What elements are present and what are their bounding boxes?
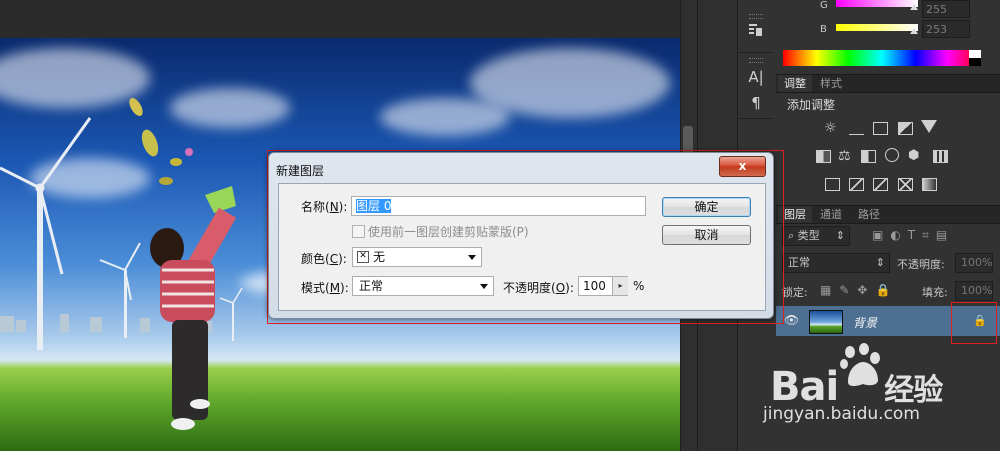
adjustments-tab-bar: 调整 样式 [776,74,1000,93]
blend-mode-select[interactable]: 正常 ⇕ [782,253,890,273]
threshold-icon[interactable] [873,178,888,191]
layer-name-input[interactable]: 图层 0 [351,196,646,216]
b-slider-handle[interactable] [910,28,918,34]
color-balance-icon[interactable]: ⚖ [838,148,851,164]
highlight-box-lock [951,302,997,344]
black-white-ramp[interactable] [969,50,981,66]
levels-icon[interactable] [849,122,864,135]
strip-grip[interactable] [749,14,763,19]
lock-label: 锁定: [782,286,808,299]
gradient-map-icon[interactable] [922,178,937,191]
color-select[interactable]: ✕ 无 [352,247,482,267]
dropdown-arrow-icon [468,255,476,260]
black-white-icon[interactable] [861,150,876,163]
close-button[interactable]: x [719,156,766,177]
search-icon: ⌕ [788,229,798,242]
cancel-button[interactable]: 取消 [662,225,751,245]
tab-styles[interactable]: 样式 [814,75,848,92]
fill-field[interactable]: 100% [955,281,993,301]
wind-turbine-large [0,117,92,350]
layer-filter-kind-select[interactable]: ⌕ 类型 ⇕ [782,226,850,246]
photo-filter-icon[interactable] [885,148,899,162]
add-adjustment-label: 添加调整 [787,98,836,112]
opacity-slider-arrow-icon[interactable]: ▸ [612,277,628,295]
character-panel-icon[interactable]: A| [743,66,769,88]
tab-adjustments[interactable]: 调整 [778,75,812,92]
filter-kind-value: 类型 [797,229,820,242]
channel-mixer-icon[interactable]: ⬢ [908,148,919,163]
g-slider-track[interactable] [836,0,918,7]
mode-value: 正常 [359,279,384,293]
layer-thumbnail [809,310,843,334]
strip-grip[interactable] [749,58,763,63]
stepper-arrows-icon: ⇕ [875,256,885,269]
wind-turbine-small [99,242,141,338]
name-label: 名称(N): [301,200,348,214]
strip-separator [739,118,773,119]
brightness-contrast-icon[interactable]: ☼ [824,120,837,136]
mode-label: 模式(M): [301,281,349,295]
color-channel-b-label: B [820,24,827,35]
dropdown-arrow-icon [480,284,488,289]
canvas-top-strip [0,0,680,39]
lock-options-icons[interactable]: ▦✎✥🔒 [820,283,898,297]
watermark-url: jingyan.baidu.com [763,404,920,424]
mode-select[interactable]: 正常 [352,276,494,296]
blend-mode-value: 正常 [788,256,810,269]
opacity-field[interactable]: 100% [955,253,993,273]
eye-visibility-icon[interactable]: 👁 [784,313,799,327]
vibrance-icon[interactable] [921,120,937,133]
strip-separator [739,52,773,53]
tool-presets-icon[interactable] [743,22,769,44]
g-slider-handle[interactable] [910,4,918,10]
exposure-icon[interactable] [898,122,913,135]
curves-icon[interactable] [873,122,888,135]
percent-sign: % [633,279,645,293]
posterize-icon[interactable] [849,178,864,191]
layer-name[interactable]: 背景 [853,314,877,331]
layer-name-selection: 图层 0 [356,199,392,213]
dialog-opacity-label: 不透明度(O): [503,281,574,295]
b-value-field[interactable]: 253 [922,20,970,38]
girl-figure [150,186,237,430]
layer-filter-icons[interactable]: ▣◐T⌗▤ [872,228,954,243]
dialog-title: 新建图层 [276,164,325,178]
wind-turbine-far [219,287,243,341]
clip-mask-checkbox[interactable] [352,225,365,238]
paragraph-panel-icon[interactable]: ¶ [743,92,769,114]
color-lookup-icon[interactable] [933,150,948,163]
fill-label: 填充: [922,286,948,299]
ok-button[interactable]: 确定 [662,197,751,217]
tab-paths[interactable]: 路径 [852,206,886,223]
color-spectrum-ramp[interactable] [783,50,981,66]
color-value: 无 [373,250,386,264]
color-channel-g-label: G [820,0,828,11]
layers-tab-bar: 图层 通道 路径 [776,205,1000,224]
tab-channels[interactable]: 通道 [814,206,848,223]
stepper-arrows-icon: ⇕ [835,229,845,242]
clip-mask-label: 使用前一图层创建剪贴蒙版(P) [368,225,529,239]
color-label: 颜色(C): [301,252,347,266]
b-slider-track[interactable] [836,24,918,31]
g-value-field[interactable]: 255 [922,0,970,18]
selective-color-icon[interactable] [898,178,913,191]
hue-saturation-icon[interactable] [816,150,831,163]
invert-icon[interactable] [825,178,840,191]
opacity-label: 不透明度: [897,258,945,271]
no-color-icon: ✕ [357,251,369,263]
